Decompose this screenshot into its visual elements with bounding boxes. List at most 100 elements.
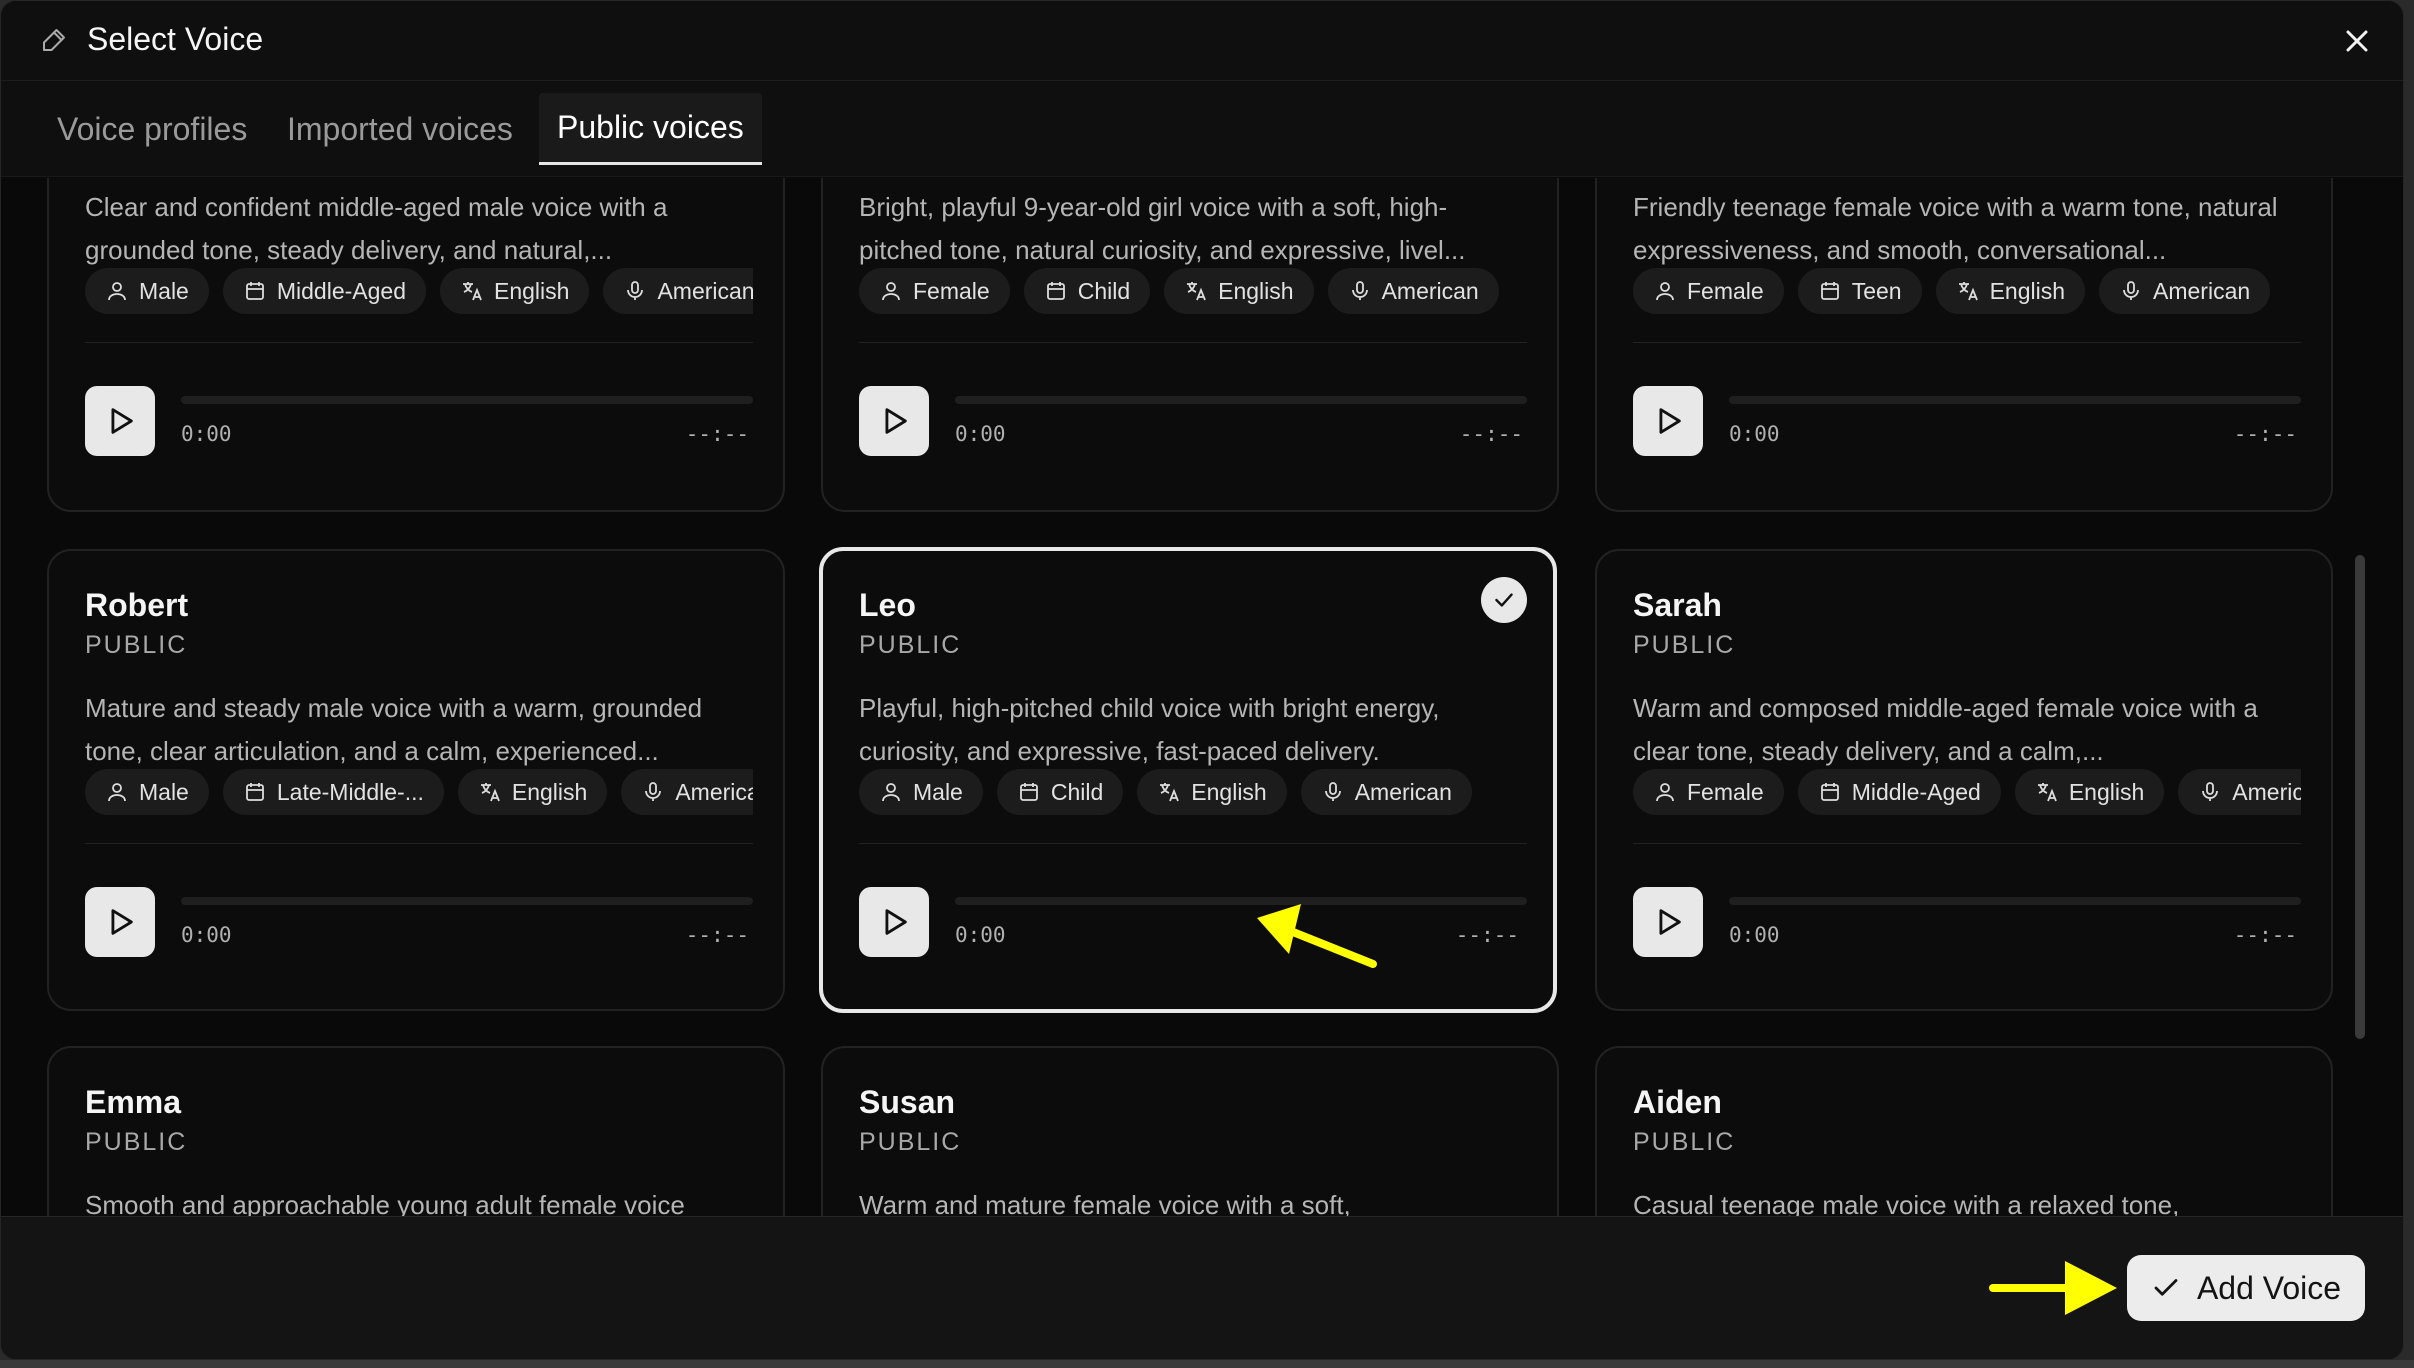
tag-age: Child [1023,268,1151,314]
audio-progress[interactable] [181,897,753,905]
tab-public-voices[interactable]: Public voices [539,93,762,165]
voice-card[interactable]: Friendly teenage female voice with a war… [1595,178,2333,512]
audio-progress[interactable] [181,396,753,404]
close-icon[interactable] [2339,23,2375,59]
translate-icon [1160,783,1180,802]
tag-age: Middle-Aged [222,268,426,314]
tag-accent: American [621,769,753,815]
voice-grid: Clear and confident middle-aged male voi… [1,178,2403,1216]
tag-accent: American [1327,268,1499,314]
play-button[interactable] [85,386,155,456]
voice-card[interactable]: Clear and confident middle-aged male voi… [47,178,785,512]
dialog-header: Select Voice [1,1,2403,81]
voice-name: Sarah [1633,587,1722,623]
scrollbar[interactable] [2355,555,2365,1039]
dialog-title: Select Voice [87,21,264,57]
pen-icon [43,29,65,51]
current-time: 0:00 [955,923,1006,947]
audio-progress[interactable] [1729,396,2301,404]
select-voice-dialog: Select Voice Voice profiles Imported voi… [0,0,2404,1360]
tag-accent: American [603,268,753,314]
add-voice-button[interactable]: Add Voice [2127,1255,2365,1321]
calendar-icon [245,282,264,300]
dialog-footer: Add Voice [1,1216,2403,1359]
voice-tabs: Voice profiles Imported voices Public vo… [1,81,2403,177]
translate-icon [1187,282,1206,301]
add-voice-label: Add Voice [2196,1269,2342,1306]
duration: --:-- [2233,923,2297,947]
voice-name: Aiden [1633,1084,1722,1120]
tag-language: English [2014,769,2165,815]
tag-gender: Male [85,769,209,815]
voice-tags: Female Child English American [859,268,1527,314]
audio-progress[interactable] [955,897,1527,905]
voice-description: Clear and confident middle-aged male voi… [85,192,668,265]
calendar-icon [1019,783,1038,801]
voice-card[interactable]: Bright, playful 9-year-old girl voice wi… [821,178,1559,512]
voice-description: Mature and steady male voice with a warm… [85,693,703,766]
audio-progress[interactable] [1729,897,2301,905]
tag-language: English [457,769,608,815]
play-icon [885,909,907,935]
tag-language: English [1137,769,1287,815]
tag-age: Child [996,769,1124,815]
voice-name: Robert [85,587,189,623]
microphone-icon [2202,782,2219,801]
play-icon [111,408,133,434]
tab-voice-profiles[interactable]: Voice profiles [39,93,265,165]
voice-name: Susan [859,1084,956,1120]
current-time: 0:00 [1729,923,1780,947]
voice-card[interactable]: Emma PUBLIC Smooth and approachable youn… [47,1046,785,1216]
person-icon [108,282,126,301]
selected-check-icon [1481,577,1527,623]
microphone-icon [645,782,662,801]
voice-card[interactable]: Susan PUBLIC Warm and mature female voic… [821,1046,1559,1216]
play-button[interactable] [1633,887,1703,957]
voice-description: Smooth and approachable young adult fema… [85,1190,685,1216]
microphone-icon [2123,281,2139,300]
voice-visibility: PUBLIC [85,631,188,659]
voice-visibility: PUBLIC [85,1128,188,1156]
voice-tags: Female Teen English American [1633,268,2301,314]
check-icon [2154,1279,2178,1296]
play-button[interactable] [859,887,929,957]
voice-description: Warm and mature female voice with a soft… [859,1190,1351,1216]
current-time: 0:00 [181,422,232,446]
person-icon [1656,282,1674,301]
voice-tags: Male Late-Middle-... English American [85,769,753,815]
duration: --:-- [685,422,749,446]
calendar-icon [245,783,264,801]
background-strip [0,1360,2414,1368]
play-button[interactable] [85,887,155,957]
tag-accent: American [2178,769,2301,815]
tag-language: English [1164,268,1314,314]
calendar-icon [1046,282,1065,300]
tag-age: Teen [1797,268,1922,314]
microphone-icon [1351,281,1368,300]
play-button[interactable] [1633,386,1703,456]
tag-language: English [1935,268,2086,314]
annotation-arrow-icon [1257,904,1377,968]
voice-description: Casual teenage male voice with a relaxed… [1633,1190,2180,1216]
tag-accent: American [2099,268,2271,314]
translate-icon [480,783,500,802]
voice-name: Leo [859,587,916,623]
voice-card[interactable]: Robert PUBLIC Mature and steady male voi… [47,549,785,1011]
play-button[interactable] [859,386,929,456]
audio-progress[interactable] [955,396,1527,404]
calendar-icon [1820,282,1839,300]
voice-visibility: PUBLIC [1633,631,1736,659]
play-icon [111,909,133,935]
person-icon [108,783,126,802]
current-time: 0:00 [1729,422,1780,446]
tab-imported-voices[interactable]: Imported voices [269,93,531,165]
voice-tags: Male Middle-Aged English American [85,268,753,314]
person-icon [882,282,900,301]
person-icon [1656,783,1674,802]
tag-gender: Male [859,769,983,815]
voice-card[interactable]: Aiden PUBLIC Casual teenage male voice w… [1595,1046,2333,1216]
annotation-arrow-icon [1989,1261,2117,1315]
tag-age: Late-Middle-... [222,769,444,815]
voice-card[interactable]: Sarah PUBLIC Warm and composed middle-ag… [1595,549,2333,1011]
voice-card-selected[interactable]: Leo PUBLIC Playful, high-pitched child v… [819,547,1557,1013]
